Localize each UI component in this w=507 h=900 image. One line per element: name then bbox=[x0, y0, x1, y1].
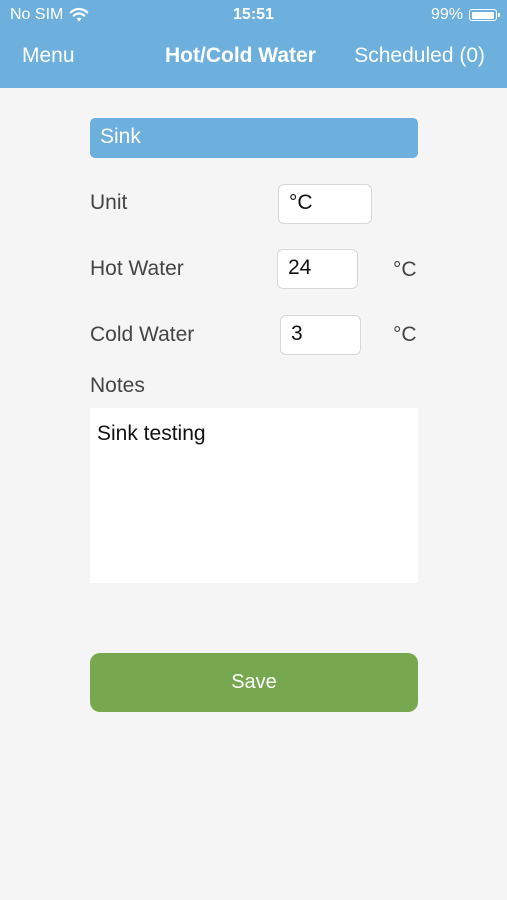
menu-button[interactable]: Menu bbox=[22, 44, 75, 68]
section-header-sink: Sink bbox=[90, 118, 418, 158]
unit-select[interactable]: °C bbox=[278, 184, 372, 224]
unit-label: Unit bbox=[90, 191, 128, 214]
save-button[interactable]: Save bbox=[90, 653, 418, 712]
battery-percent: 99% bbox=[430, 6, 463, 23]
page-title: Hot/Cold Water bbox=[165, 44, 316, 67]
hot-water-input[interactable]: 24 bbox=[277, 249, 358, 289]
cold-water-unit: °C bbox=[393, 323, 417, 346]
hot-water-label: Hot Water bbox=[90, 257, 184, 280]
cold-water-input[interactable]: 3 bbox=[280, 315, 361, 355]
status-bar: No SIM 15:51 99% bbox=[0, 0, 507, 30]
battery-level-fill bbox=[471, 11, 495, 19]
notes-label: Notes bbox=[90, 374, 145, 397]
navigation-bar: Menu Hot/Cold Water Scheduled (0) bbox=[0, 40, 507, 76]
cold-water-label: Cold Water bbox=[90, 323, 195, 346]
battery-group: 99% bbox=[430, 6, 500, 24]
hot-water-unit: °C bbox=[393, 258, 417, 281]
scheduled-button[interactable]: Scheduled (0) bbox=[354, 44, 485, 68]
battery-icon bbox=[469, 9, 500, 21]
app-header: No SIM 15:51 99% Menu Hot/Cold Water Sch… bbox=[0, 0, 507, 88]
notes-textarea[interactable]: Sink testing bbox=[90, 408, 418, 583]
